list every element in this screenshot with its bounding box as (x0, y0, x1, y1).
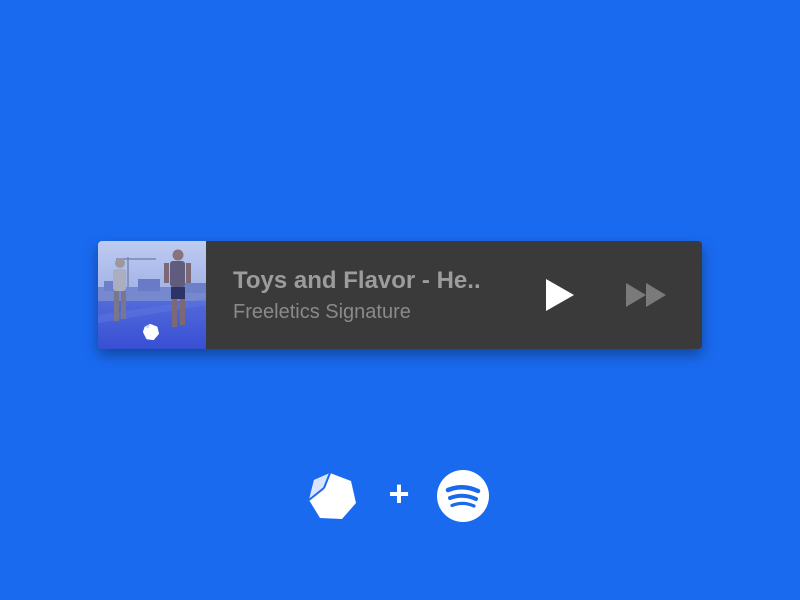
album-artwork (98, 241, 206, 349)
next-track-button[interactable] (620, 279, 672, 311)
music-player-card[interactable]: Toys and Flavor - He.. Freeletics Signat… (98, 241, 702, 349)
spotify-logo-icon (437, 470, 489, 522)
track-artist: Freeletics Signature (233, 301, 411, 323)
play-button[interactable] (538, 275, 582, 315)
plus-sign: + (388, 473, 410, 514)
fast-forward-icon (626, 283, 666, 307)
integration-logos: + (300, 466, 500, 526)
freeletics-logo-icon (142, 323, 160, 341)
track-title: Toys and Flavor - He.. (233, 267, 481, 294)
play-icon (546, 279, 574, 311)
freeletics-logo-icon (308, 472, 356, 519)
